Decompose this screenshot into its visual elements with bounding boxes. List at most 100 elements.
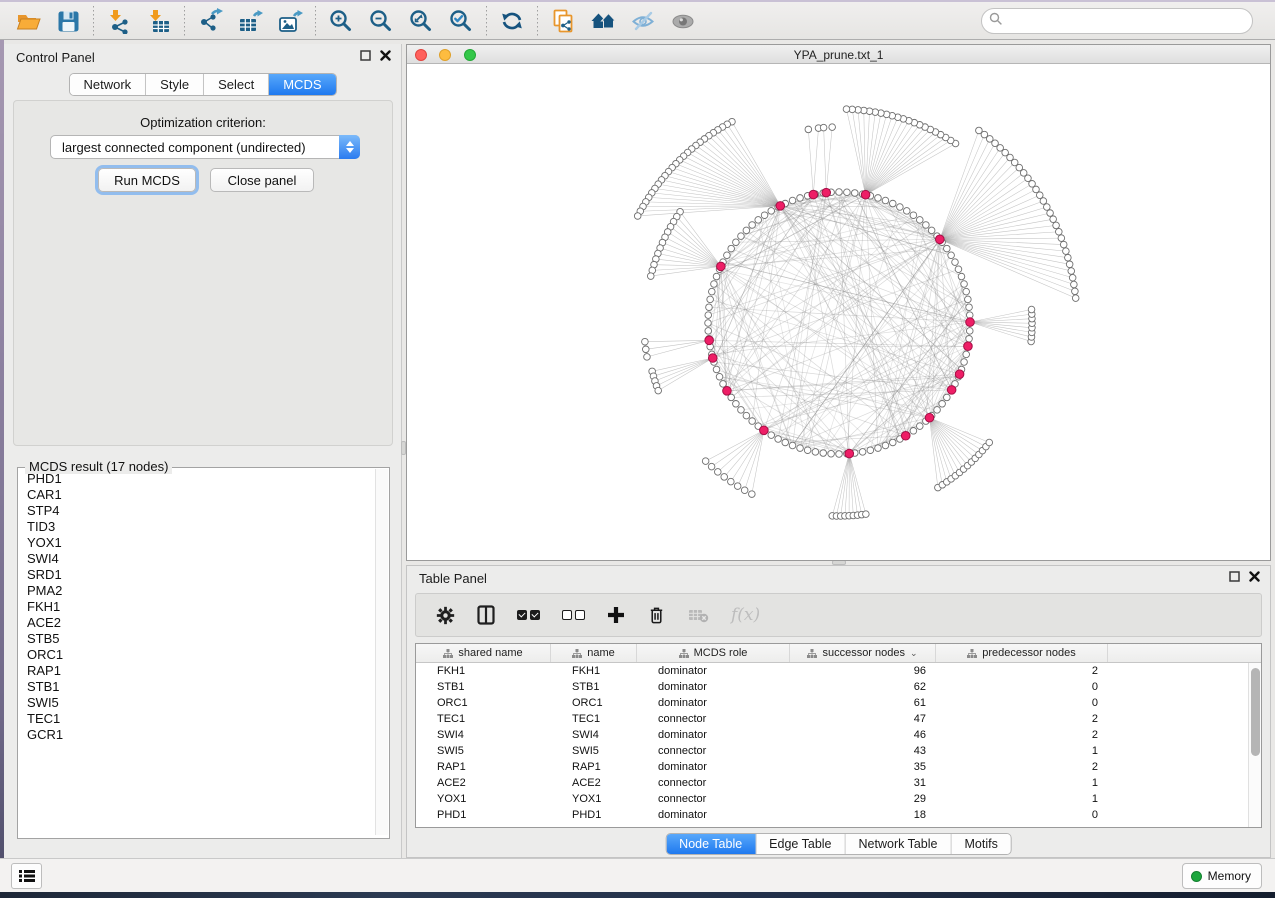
- table-row[interactable]: RAP1RAP1dominator352: [416, 759, 1261, 775]
- zoom-out-icon: [368, 8, 394, 34]
- cell-shared-name: ACE2: [416, 777, 551, 789]
- mcds-hub-node: [705, 336, 714, 345]
- delete-column-trash-icon[interactable]: [647, 605, 666, 625]
- table-row[interactable]: FKH1FKH1dominator962: [416, 663, 1261, 679]
- mcds-result-item[interactable]: SWI5: [19, 695, 377, 711]
- zoom-fit-button[interactable]: [401, 5, 441, 37]
- column-header-shared-name[interactable]: shared name: [416, 644, 551, 662]
- cell-MCDS-role: dominator: [637, 681, 790, 693]
- cell-predecessor-nodes: 2: [936, 761, 1108, 773]
- table-row[interactable]: TEC1TEC1connector472: [416, 711, 1261, 727]
- mcds-hub-node: [964, 342, 973, 351]
- float-panel-icon[interactable]: [360, 50, 371, 61]
- cell-MCDS-role: connector: [637, 793, 790, 805]
- save-session-button[interactable]: [48, 5, 88, 37]
- mcds-result-item[interactable]: ACE2: [19, 615, 377, 631]
- node-table: shared namenameMCDS rolesuccessor nodes⌄…: [415, 643, 1262, 828]
- mcds-result-item[interactable]: PMA2: [19, 583, 377, 599]
- cell-MCDS-role: dominator: [637, 697, 790, 709]
- optimization-criterion-label: Optimization criterion:: [14, 115, 392, 130]
- copy-network-button[interactable]: [543, 5, 583, 37]
- table-row[interactable]: YOX1YOX1connector291: [416, 791, 1261, 807]
- add-column-plus-icon[interactable]: [607, 606, 625, 624]
- memory-button[interactable]: Memory: [1182, 863, 1262, 889]
- tab-motifs[interactable]: Motifs: [951, 834, 1010, 854]
- cell-MCDS-role: connector: [637, 777, 790, 789]
- mcds-hub-node: [925, 413, 934, 422]
- column-header-name[interactable]: name: [551, 644, 637, 662]
- mcds-result-item[interactable]: TEC1: [19, 711, 377, 727]
- hide-selected-button[interactable]: [623, 5, 663, 37]
- close-panel-icon[interactable]: [380, 50, 391, 61]
- control-panel-header: Control Panel: [4, 44, 401, 70]
- cell-name: PHD1: [551, 809, 637, 821]
- mcds-result-item[interactable]: SWI4: [19, 551, 377, 567]
- zoom-out-button[interactable]: [361, 5, 401, 37]
- cell-predecessor-nodes: 1: [936, 777, 1108, 789]
- table-row[interactable]: PHD1PHD1dominator180: [416, 807, 1261, 823]
- refresh-network-button[interactable]: [492, 5, 532, 37]
- mcds-result-item[interactable]: ORC1: [19, 647, 377, 663]
- column-header-filler: [1108, 644, 1250, 662]
- export-table-icon: [237, 8, 263, 34]
- tab-edge-table[interactable]: Edge Table: [756, 834, 845, 854]
- import-table-button[interactable]: [139, 5, 179, 37]
- table-scrollbar[interactable]: [1248, 663, 1261, 827]
- run-mcds-button[interactable]: Run MCDS: [98, 168, 196, 192]
- tab-mcds[interactable]: MCDS: [269, 74, 335, 95]
- tab-select[interactable]: Select: [204, 74, 269, 95]
- deselect-all-rows-icon[interactable]: [562, 610, 585, 620]
- mcds-result-item[interactable]: TID3: [19, 519, 377, 535]
- column-header-predecessor-nodes[interactable]: predecessor nodes: [936, 644, 1108, 662]
- table-row[interactable]: SWI4SWI4dominator462: [416, 727, 1261, 743]
- select-all-rows-icon[interactable]: [517, 610, 540, 620]
- tab-style[interactable]: Style: [146, 74, 204, 95]
- mcds-result-item[interactable]: STB5: [19, 631, 377, 647]
- column-header-successor-nodes[interactable]: successor nodes⌄: [790, 644, 936, 662]
- zoom-in-button[interactable]: [321, 5, 361, 37]
- show-columns-icon[interactable]: [477, 605, 495, 625]
- copy-documents-icon: [550, 8, 576, 34]
- zoom-selected-button[interactable]: [441, 5, 481, 37]
- mcds-result-item[interactable]: GCR1: [19, 727, 377, 743]
- mcds-result-item[interactable]: CAR1: [19, 487, 377, 503]
- first-neighbors-button[interactable]: [583, 5, 623, 37]
- tab-network[interactable]: Network: [69, 74, 146, 95]
- mcds-result-scrollbar[interactable]: [375, 469, 388, 835]
- mcds-result-item[interactable]: STP4: [19, 503, 377, 519]
- mcds-hub-node: [723, 387, 732, 396]
- show-all-button[interactable]: [663, 5, 703, 37]
- open-session-button[interactable]: [8, 5, 48, 37]
- mcds-result-item[interactable]: SRD1: [19, 567, 377, 583]
- export-network-button[interactable]: [190, 5, 230, 37]
- table-row[interactable]: ORC1ORC1dominator610: [416, 695, 1261, 711]
- close-panel-button[interactable]: Close panel: [210, 168, 314, 192]
- mcds-result-item[interactable]: RAP1: [19, 663, 377, 679]
- table-row[interactable]: SWI5SWI5connector431: [416, 743, 1261, 759]
- table-scrollbar-thumb[interactable]: [1251, 668, 1260, 756]
- dropdown-stepper-icon: [339, 135, 360, 159]
- show-task-history-button[interactable]: [11, 863, 42, 889]
- float-panel-icon[interactable]: [1229, 571, 1240, 582]
- search-input[interactable]: [981, 8, 1253, 34]
- mcds-result-item[interactable]: YOX1: [19, 535, 377, 551]
- mcds-result-item[interactable]: PHD1: [19, 471, 377, 487]
- network-graph-canvas[interactable]: [407, 64, 1270, 560]
- mcds-result-item[interactable]: FKH1: [19, 599, 377, 615]
- table-row[interactable]: ACE2ACE2connector311: [416, 775, 1261, 791]
- tab-network-table[interactable]: Network Table: [846, 834, 952, 854]
- cell-successor-nodes: 35: [790, 761, 936, 773]
- mcds-hub-node: [717, 262, 726, 271]
- criterion-dropdown[interactable]: largest connected component (undirected): [50, 135, 360, 159]
- column-header-MCDS-role[interactable]: MCDS role: [637, 644, 790, 662]
- mcds-result-item[interactable]: STB1: [19, 679, 377, 695]
- cell-MCDS-role: connector: [637, 745, 790, 757]
- close-panel-icon[interactable]: [1249, 571, 1260, 582]
- table-row[interactable]: STB1STB1dominator620: [416, 679, 1261, 695]
- export-image-button[interactable]: [270, 5, 310, 37]
- tab-node-table[interactable]: Node Table: [666, 834, 756, 854]
- export-table-button[interactable]: [230, 5, 270, 37]
- import-network-button[interactable]: [99, 5, 139, 37]
- table-settings-gear-icon[interactable]: [436, 606, 455, 625]
- network-window-titlebar[interactable]: YPA_prune.txt_1: [407, 45, 1270, 64]
